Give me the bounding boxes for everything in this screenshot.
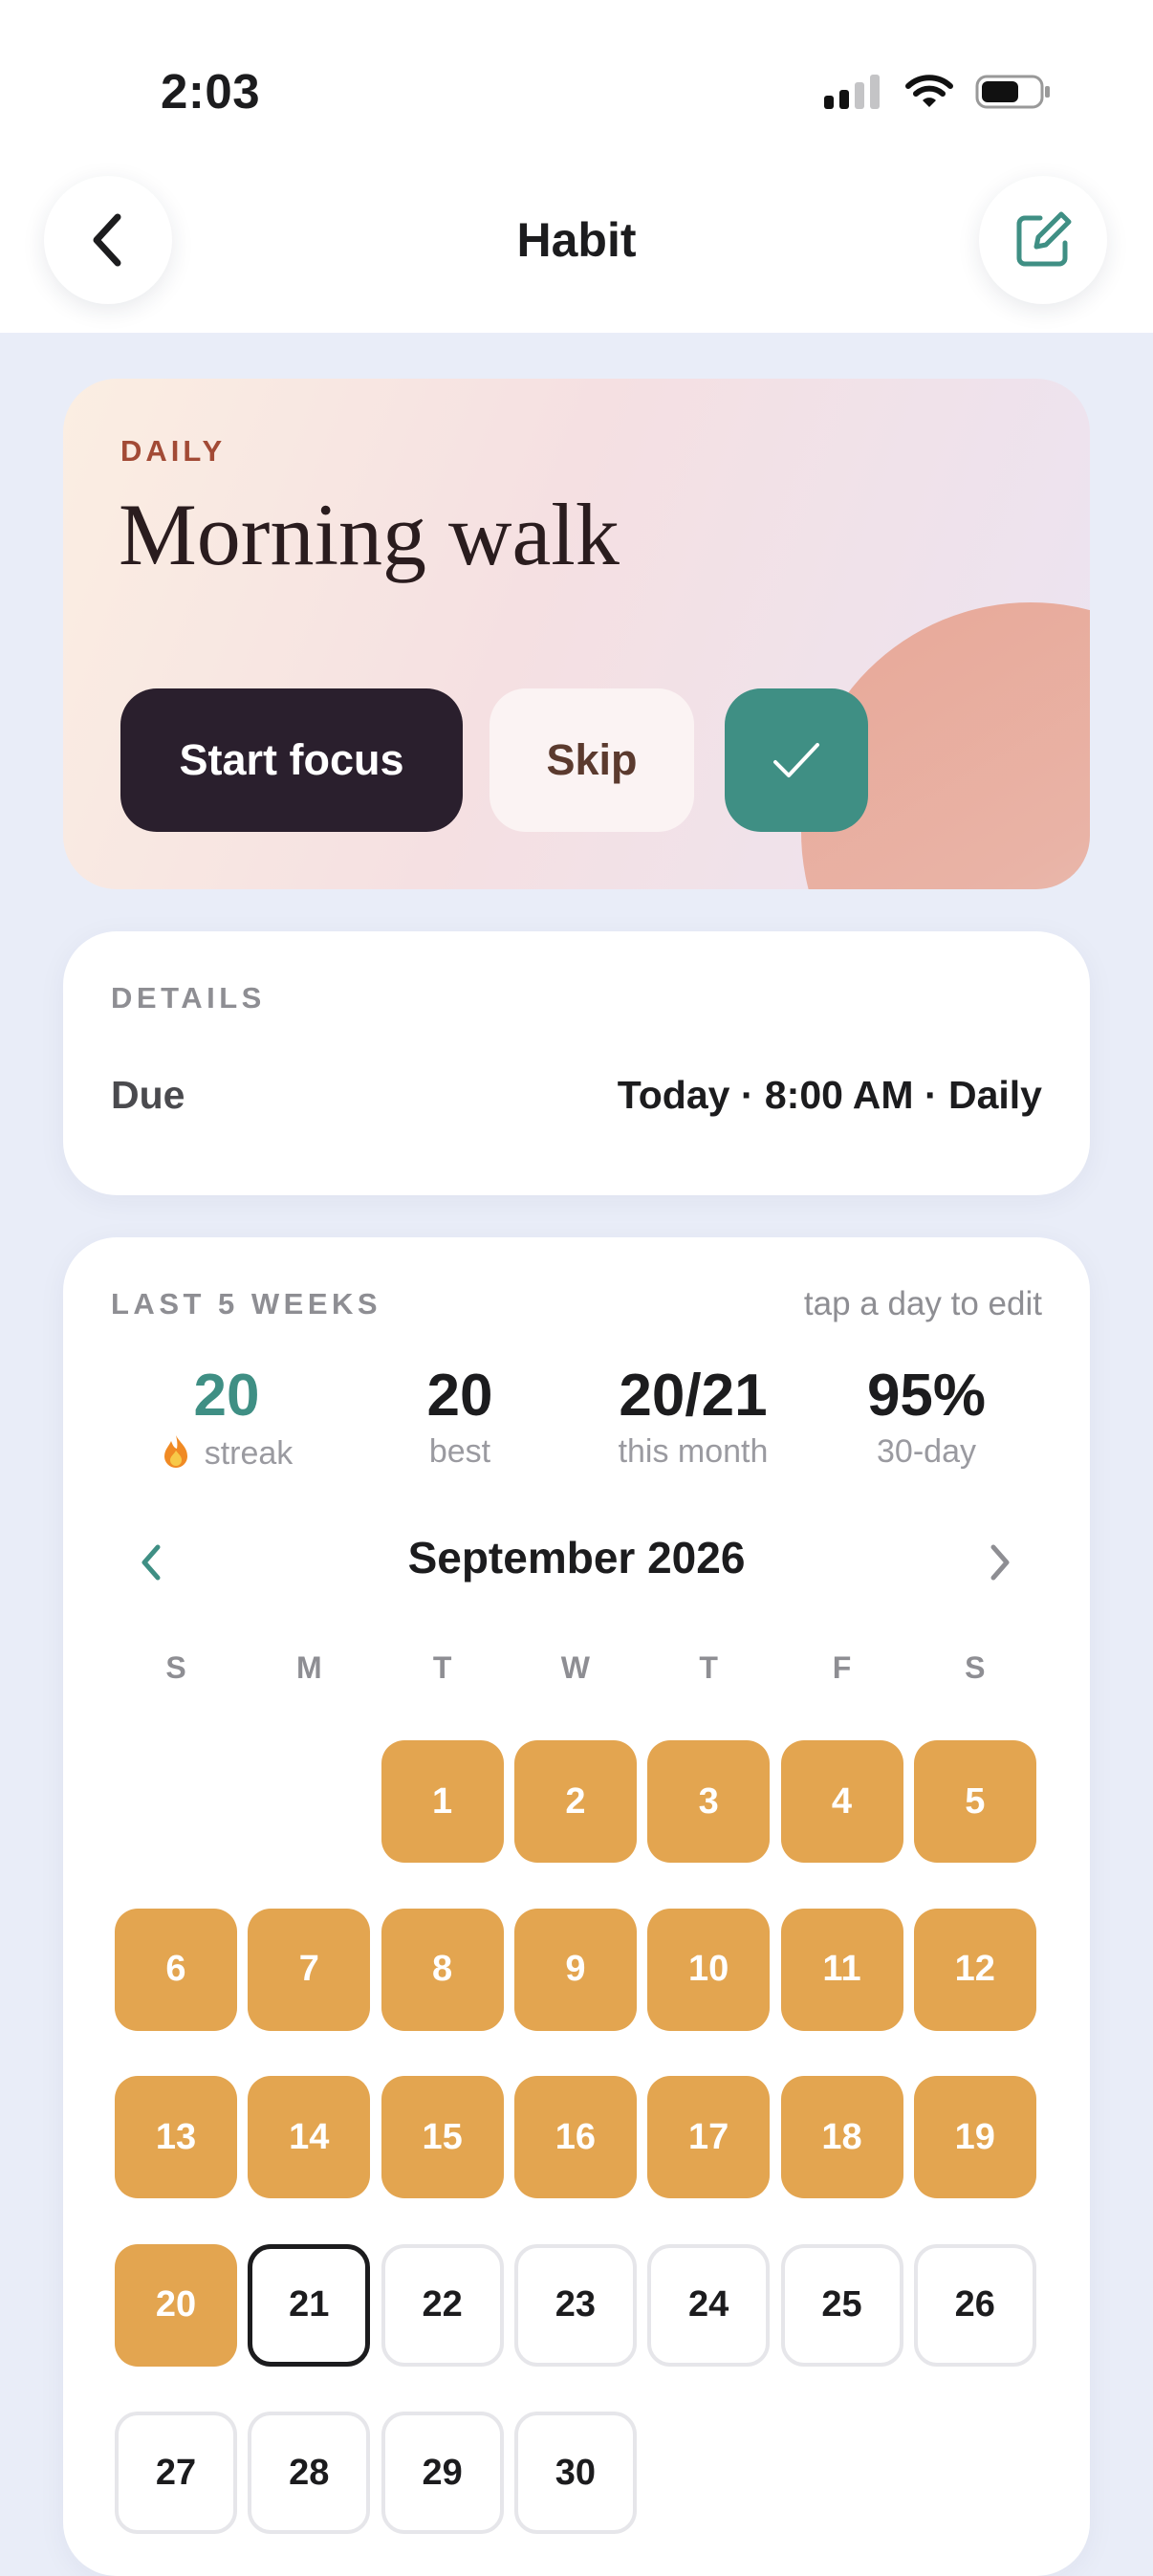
calendar-day[interactable]: 8: [381, 1908, 504, 2031]
calendar-day[interactable]: 29: [381, 2412, 504, 2534]
stat-30-day: 95% 30-day: [809, 1362, 1044, 1471]
stat-best: 20 best: [342, 1362, 577, 1471]
stat-this-month: 20/21 this month: [576, 1362, 811, 1471]
stat-streak: 20 streak: [109, 1362, 344, 1473]
calendar-day[interactable]: 9: [513, 1908, 637, 2031]
next-month-button[interactable]: [971, 1534, 1029, 1591]
calendar-day[interactable]: 7: [248, 1908, 371, 2031]
stat-value: 20: [426, 1363, 493, 1429]
calendar-day[interactable]: 24: [647, 2243, 771, 2367]
top-bar: 2:03 Habit: [0, 0, 1153, 333]
stat-value: 95%: [866, 1363, 987, 1429]
calendar-day[interactable]: 19: [913, 2076, 1036, 2198]
stat-value: 20: [193, 1363, 260, 1429]
calendar-day[interactable]: 15: [381, 2076, 504, 2198]
habit-frequency: DAILY: [120, 434, 227, 468]
weekday-label: F: [832, 1650, 852, 1685]
status-icons: [824, 69, 1052, 115]
calendar-day[interactable]: 20: [115, 2243, 237, 2367]
stat-label: streak: [204, 1435, 294, 1472]
calendar-day[interactable]: 14: [248, 2076, 371, 2198]
weekday-label: S: [165, 1650, 186, 1685]
stat-label: 30-day: [877, 1433, 976, 1470]
calendar-day[interactable]: 16: [513, 2076, 637, 2198]
stat-value: 20/21: [619, 1363, 768, 1429]
calendar-day[interactable]: 3: [647, 1740, 771, 1863]
details-section-label: DETAILS: [111, 981, 266, 1015]
weekday-label: T: [432, 1650, 452, 1685]
month-title: September 2026: [407, 1533, 746, 1583]
calendar-day[interactable]: 23: [513, 2243, 637, 2367]
skip-button[interactable]: Skip: [489, 688, 694, 832]
history-card: LAST 5 WEEKS tap a day to edit 20 streak…: [63, 1237, 1090, 2576]
calendar-day[interactable]: 22: [381, 2243, 504, 2367]
calendar-day[interactable]: 12: [913, 1908, 1036, 2031]
calendar-day[interactable]: 6: [115, 1908, 237, 2031]
habit-title: Morning walk: [119, 486, 620, 583]
weekday-label: M: [295, 1650, 322, 1685]
start-focus-button[interactable]: Start focus: [120, 688, 463, 832]
calendar-day[interactable]: 10: [647, 1908, 771, 2031]
stat-label: best: [428, 1433, 491, 1470]
stat-label: this month: [618, 1433, 769, 1470]
weekday-label: S: [965, 1650, 986, 1685]
calendar-day[interactable]: 18: [780, 2076, 903, 2198]
calendar-day[interactable]: 30: [513, 2412, 637, 2534]
calendar-day[interactable]: 4: [780, 1740, 903, 1863]
weekday-label: T: [699, 1650, 718, 1685]
calendar-day[interactable]: 26: [913, 2243, 1036, 2367]
status-time: 2:03: [161, 64, 261, 119]
complete-button[interactable]: [725, 688, 868, 832]
edit-hint: tap a day to edit: [803, 1285, 1042, 1322]
wifi-icon: [905, 75, 953, 107]
calendar-day[interactable]: 25: [780, 2243, 903, 2367]
calendar-day[interactable]: 11: [780, 1908, 903, 2031]
edit-button[interactable]: [979, 176, 1107, 304]
habit-hero-card: DAILY Morning walk Start focus Skip: [63, 379, 1090, 889]
due-label: Due: [111, 1073, 185, 1117]
weekday-label: W: [560, 1650, 590, 1685]
chevron-right-icon: [990, 1544, 1010, 1581]
details-card: DETAILS Due Today · 8:00 AM · Daily: [63, 931, 1090, 1195]
flame-icon: [163, 1435, 187, 1468]
signal-icon: [824, 75, 880, 109]
calendar-day[interactable]: 27: [115, 2412, 237, 2534]
edit-icon: [1016, 211, 1072, 267]
history-section-label: LAST 5 WEEKS: [111, 1287, 382, 1321]
calendar-day[interactable]: 2: [513, 1740, 637, 1863]
calendar-day[interactable]: 17: [647, 2076, 771, 2198]
battery-icon: [975, 75, 1050, 109]
calendar-day[interactable]: 5: [913, 1740, 1036, 1863]
calendar-day[interactable]: 13: [115, 2076, 237, 2198]
checkmark-icon: [773, 743, 819, 777]
calendar-day[interactable]: 1: [381, 1740, 504, 1863]
due-value: Today · 8:00 AM · Daily: [617, 1073, 1042, 1117]
calendar-day[interactable]: 28: [248, 2412, 371, 2534]
calendar-day[interactable]: 21: [248, 2243, 371, 2367]
